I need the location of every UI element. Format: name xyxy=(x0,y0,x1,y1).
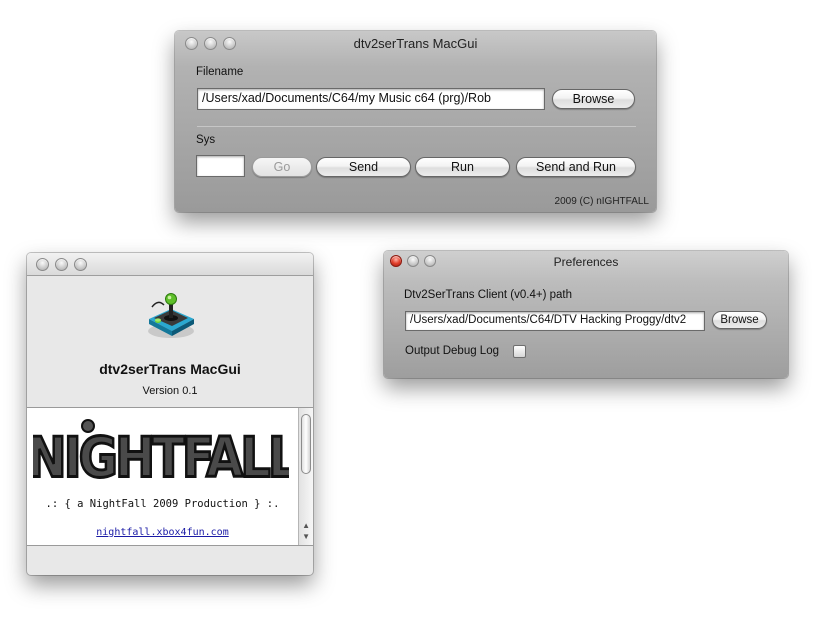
joystick-icon xyxy=(144,289,198,341)
debug-log-checkbox[interactable] xyxy=(513,345,526,358)
preferences-titlebar[interactable]: Preferences xyxy=(384,251,788,271)
production-line: .: { a NightFall 2009 Production } :. xyxy=(45,498,280,510)
main-window: dtv2serTrans MacGui Filename /Users/xad/… xyxy=(175,31,656,212)
scroll-down-icon[interactable]: ▼ xyxy=(302,532,310,542)
nightfall-logo: NIGHTFALL xyxy=(27,418,302,492)
logo-text: NIGHTFALL xyxy=(33,426,289,488)
client-path-field[interactable]: /Users/xad/Documents/C64/DTV Hacking Pro… xyxy=(405,311,705,331)
send-and-run-button[interactable]: Send and Run xyxy=(516,157,636,177)
version-text: Version 0.1 xyxy=(142,385,198,397)
run-button[interactable]: Run xyxy=(415,157,510,177)
zoom-window-button[interactable] xyxy=(74,258,87,271)
about-window-titlebar[interactable] xyxy=(27,253,313,276)
website-link[interactable]: nightfall.xbox4fun.com xyxy=(27,527,298,538)
go-button[interactable]: Go xyxy=(252,157,312,177)
scrollbar-thumb[interactable] xyxy=(301,414,311,474)
separator xyxy=(197,126,636,127)
preferences-window: Preferences Dtv2SerTrans Client (v0.4+) … xyxy=(384,251,788,378)
sys-field[interactable] xyxy=(196,155,245,177)
sys-label: Sys xyxy=(196,134,216,146)
debug-log-label: Output Debug Log xyxy=(405,345,499,357)
client-path-label: Dtv2SerTrans Client (v0.4+) path xyxy=(404,289,572,301)
filename-field[interactable]: /Users/xad/Documents/C64/my Music c64 (p… xyxy=(197,88,545,110)
filename-label: Filename xyxy=(196,66,244,78)
copyright-text: 2009 (C) nIGHTFALL xyxy=(554,196,649,207)
minimize-window-button[interactable] xyxy=(55,258,68,271)
window-title: dtv2serTrans MacGui xyxy=(353,36,478,51)
scroll-up-icon[interactable]: ▲ xyxy=(302,521,310,531)
app-name: dtv2serTrans MacGui xyxy=(99,361,241,377)
window-controls xyxy=(36,258,87,271)
vertical-scrollbar[interactable]: ▲ ▼ xyxy=(298,408,313,545)
send-button[interactable]: Send xyxy=(316,157,411,177)
window-title: Preferences xyxy=(553,255,619,269)
credits-scroll-view[interactable]: NIGHTFALL .: { a NightFall 2009 Producti… xyxy=(27,407,313,546)
main-window-titlebar[interactable]: dtv2serTrans MacGui xyxy=(175,31,656,55)
about-window: dtv2serTrans MacGui Version 0.1 NIGHTFAL… xyxy=(27,253,313,575)
browse-button[interactable]: Browse xyxy=(552,89,635,109)
close-window-button[interactable] xyxy=(36,258,49,271)
prefs-browse-button[interactable]: Browse xyxy=(712,311,767,329)
